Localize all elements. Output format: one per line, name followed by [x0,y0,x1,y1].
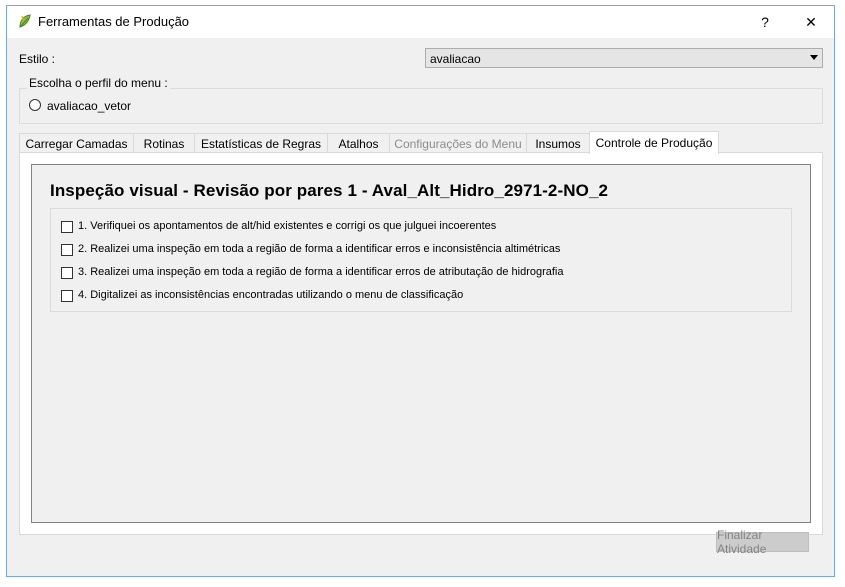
style-combobox[interactable]: avaliacao [425,48,823,68]
checklist-group: 1. Verifiquei os apontamentos de alt/hid… [50,208,792,312]
tab-estatisticas-de-regras[interactable]: Estatísticas de Regras [194,133,328,153]
checklist-checkbox-4[interactable] [61,290,73,302]
chevron-down-icon [810,55,818,60]
window-title: Ferramentas de Produção [38,14,190,29]
menu-profile-title: Escolha o perfil do menu : [27,76,170,90]
tab-configuracoes-do-menu: Configurações do Menu [389,133,527,153]
tab-insumos[interactable]: Insumos [526,133,590,153]
style-label: Estilo : [19,52,56,66]
tab-atalhos[interactable]: Atalhos [327,133,390,153]
tab-controle-de-producao[interactable]: Controle de Produção [589,131,719,154]
profile-radio-avaliacao-vetor[interactable] [29,99,41,111]
checklist-label-3[interactable]: 3. Realizei uma inspeção em toda a regiã… [78,266,564,278]
close-button[interactable]: ✕ [788,6,834,38]
tab-carregar-camadas[interactable]: Carregar Camadas [19,133,134,153]
tab-rotinas[interactable]: Rotinas [133,133,195,153]
checklist-checkbox-3[interactable] [61,267,73,279]
menu-profile-group [19,88,823,124]
activity-heading: Inspeção visual - Revisão por pares 1 - … [50,181,609,200]
plugin-dialog: Ferramentas de Produção ? ✕ Estilo : ava… [6,5,835,577]
checklist-checkbox-2[interactable] [61,244,73,256]
help-button[interactable]: ? [742,6,788,38]
profile-radio-label[interactable]: avaliacao_vetor [47,99,131,113]
checklist-label-4[interactable]: 4. Digitalizei as inconsistências encont… [78,289,463,301]
checklist-label-2[interactable]: 2. Realizei uma inspeção em toda a regiã… [78,243,560,255]
checklist-checkbox-1[interactable] [61,221,73,233]
checklist-label-1[interactable]: 1. Verifiquei os apontamentos de alt/hid… [78,220,496,232]
production-control-panel: Inspeção visual - Revisão por pares 1 - … [31,164,811,523]
finish-activity-button: Finalizar Atividade [716,528,809,556]
qgis-leaf-icon [19,14,31,28]
title-bar: Ferramentas de Produção ? ✕ [7,6,834,38]
style-combobox-value: avaliacao [430,52,481,66]
